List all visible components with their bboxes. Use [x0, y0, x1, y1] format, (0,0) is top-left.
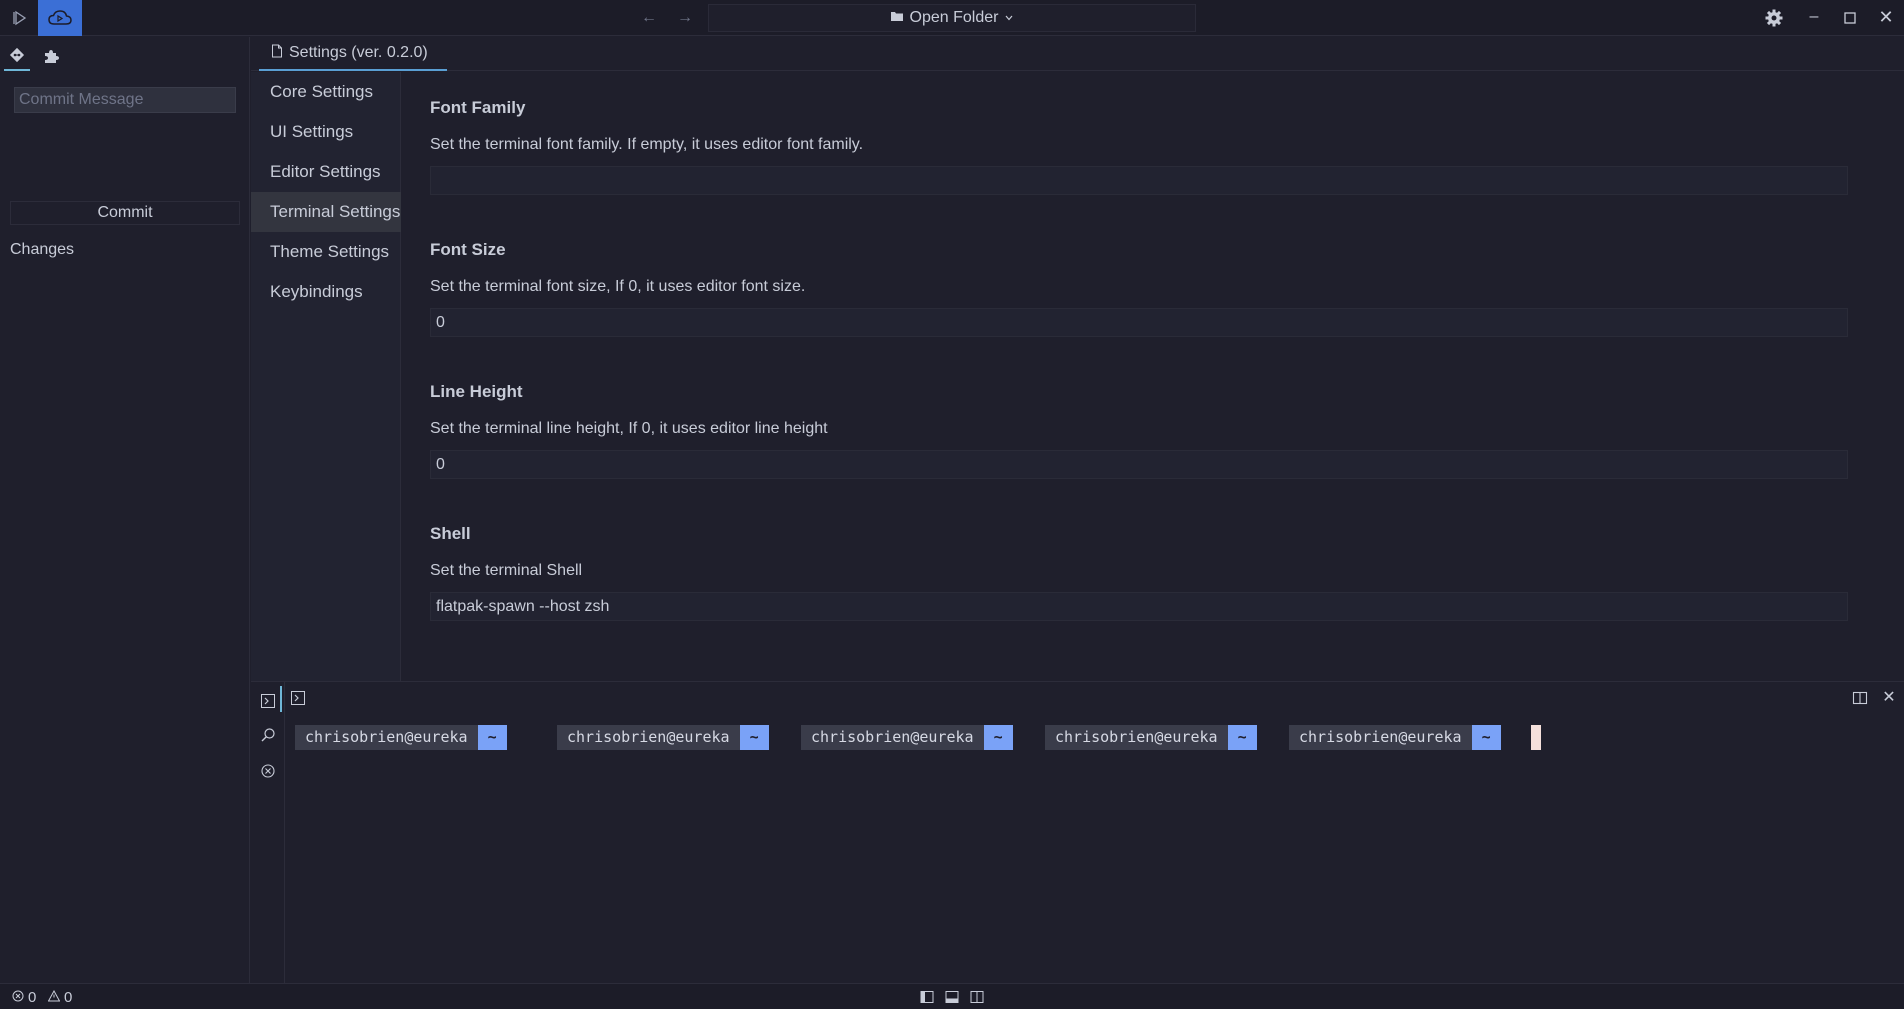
setting-desc-line-height: Set the terminal line height, If 0, it u…: [430, 420, 828, 437]
setting-title-font-size: Font Size: [430, 240, 506, 259]
setting-title-shell: Shell: [430, 524, 471, 543]
editor-tab-bar: Settings (ver. 0.2.0): [251, 37, 1904, 71]
minimize-icon[interactable]: –: [1803, 6, 1825, 30]
nav-editor-settings[interactable]: Editor Settings: [251, 152, 401, 192]
line-height-input[interactable]: [430, 450, 1848, 479]
error-count: 0: [28, 989, 37, 1006]
nav-terminal-settings[interactable]: Terminal Settings: [251, 192, 401, 232]
commit-message-input[interactable]: [14, 87, 236, 113]
commit-button[interactable]: Commit: [10, 201, 240, 225]
title-bar: ← → Open Folder – ✕: [0, 0, 1904, 36]
setting-desc-font-size: Set the terminal font size, If 0, it use…: [430, 278, 806, 295]
close-icon[interactable]: ✕: [1875, 6, 1897, 30]
panel-rail: [251, 682, 285, 983]
folder-icon: [890, 9, 904, 27]
terminal-icon[interactable]: [259, 692, 277, 710]
active-indicator: [280, 686, 282, 712]
warning-icon: [47, 989, 61, 1006]
close-panel-icon[interactable]: ✕: [1880, 688, 1898, 708]
settings-nav: Core Settings UI Settings Editor Setting…: [251, 72, 401, 681]
setting-desc-shell: Set the terminal Shell: [430, 562, 583, 579]
terminal-tab-icon[interactable]: [290, 690, 308, 708]
source-control-sidebar: Commit Changes: [0, 37, 250, 983]
toggle-left-panel-icon[interactable]: [920, 990, 934, 1004]
status-errors[interactable]: 0: [12, 989, 36, 1006]
font-size-input[interactable]: [430, 308, 1848, 337]
tab-label: Settings (ver. 0.2.0): [289, 44, 428, 61]
chevron-down-icon: [1004, 9, 1014, 27]
open-folder-button[interactable]: Open Folder: [708, 4, 1196, 32]
tab-settings[interactable]: Settings (ver. 0.2.0): [259, 37, 447, 71]
open-folder-label: Open Folder: [909, 9, 999, 26]
forward-arrow-icon[interactable]: →: [674, 8, 696, 28]
search-icon[interactable]: [259, 726, 277, 744]
split-terminal-icon[interactable]: [1852, 690, 1870, 708]
changes-header[interactable]: Changes: [10, 241, 74, 259]
warning-count: 0: [64, 989, 73, 1006]
status-warnings[interactable]: 0: [47, 989, 73, 1006]
setting-desc-font-family: Set the terminal font family. If empty, …: [430, 136, 864, 153]
toggle-bottom-panel-icon[interactable]: [945, 990, 959, 1004]
problems-icon[interactable]: [259, 762, 277, 780]
terminal-area[interactable]: [286, 710, 1904, 982]
remote-icon[interactable]: [38, 0, 82, 36]
toggle-right-panel-icon[interactable]: [970, 990, 984, 1004]
gear-icon[interactable]: [1764, 8, 1786, 28]
error-icon: [12, 989, 24, 1006]
run-icon[interactable]: [6, 6, 32, 30]
maximize-icon[interactable]: [1839, 6, 1861, 30]
nav-keybindings[interactable]: Keybindings: [251, 272, 401, 312]
font-family-input[interactable]: [430, 166, 1848, 195]
status-bar: 0 0: [0, 983, 1904, 1009]
panel-divider[interactable]: [251, 681, 1904, 682]
setting-title-line-height: Line Height: [430, 382, 523, 401]
setting-title-font-family: Font Family: [430, 98, 526, 117]
nav-core-settings[interactable]: Core Settings: [251, 72, 401, 112]
nav-theme-settings[interactable]: Theme Settings: [251, 232, 401, 272]
extensions-puzzle-icon[interactable]: [38, 41, 64, 71]
shell-input[interactable]: [430, 592, 1848, 621]
file-icon: [271, 44, 283, 63]
nav-ui-settings[interactable]: UI Settings: [251, 112, 401, 152]
back-arrow-icon[interactable]: ←: [638, 8, 660, 28]
source-control-icon[interactable]: [4, 41, 30, 71]
